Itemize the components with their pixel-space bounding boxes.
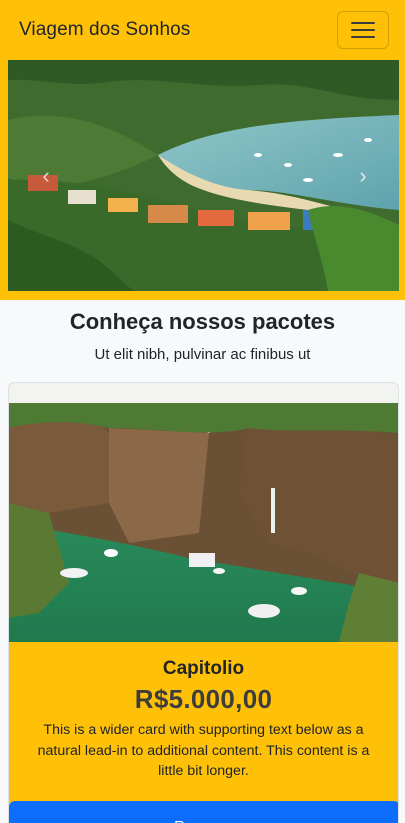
- section-subtitle: Ut elit nibh, pulvinar ac finibus ut: [94, 346, 311, 363]
- reserve-button[interactable]: Reservar: [9, 801, 398, 823]
- package-card: Capitolio R$5.000,00 This is a wider car…: [8, 382, 399, 823]
- card-price: R$5.000,00: [134, 684, 273, 714]
- card-image: [9, 383, 398, 642]
- menu-toggle-button[interactable]: [337, 10, 389, 49]
- section-title: Conheça nossos pacotes: [69, 309, 336, 334]
- carousel-image: ‹ ›: [8, 60, 399, 291]
- navbar: Viagem dos Sonhos: [0, 0, 405, 59]
- card-title: Capitolio: [162, 658, 245, 679]
- carousel-next-button[interactable]: ›: [343, 60, 383, 291]
- card-body: Capitolio R$5.000,00 This is a wider car…: [9, 642, 398, 782]
- hamburger-icon: [351, 21, 375, 24]
- hero-carousel: ‹ ›: [0, 59, 405, 300]
- chevron-left-icon: ‹: [42, 162, 50, 188]
- brand-link[interactable]: Viagem dos Sonhos: [19, 19, 190, 41]
- carousel-prev-button[interactable]: ‹: [26, 60, 66, 291]
- chevron-right-icon: ›: [359, 162, 367, 188]
- card-text: This is a wider card with supporting tex…: [37, 722, 370, 779]
